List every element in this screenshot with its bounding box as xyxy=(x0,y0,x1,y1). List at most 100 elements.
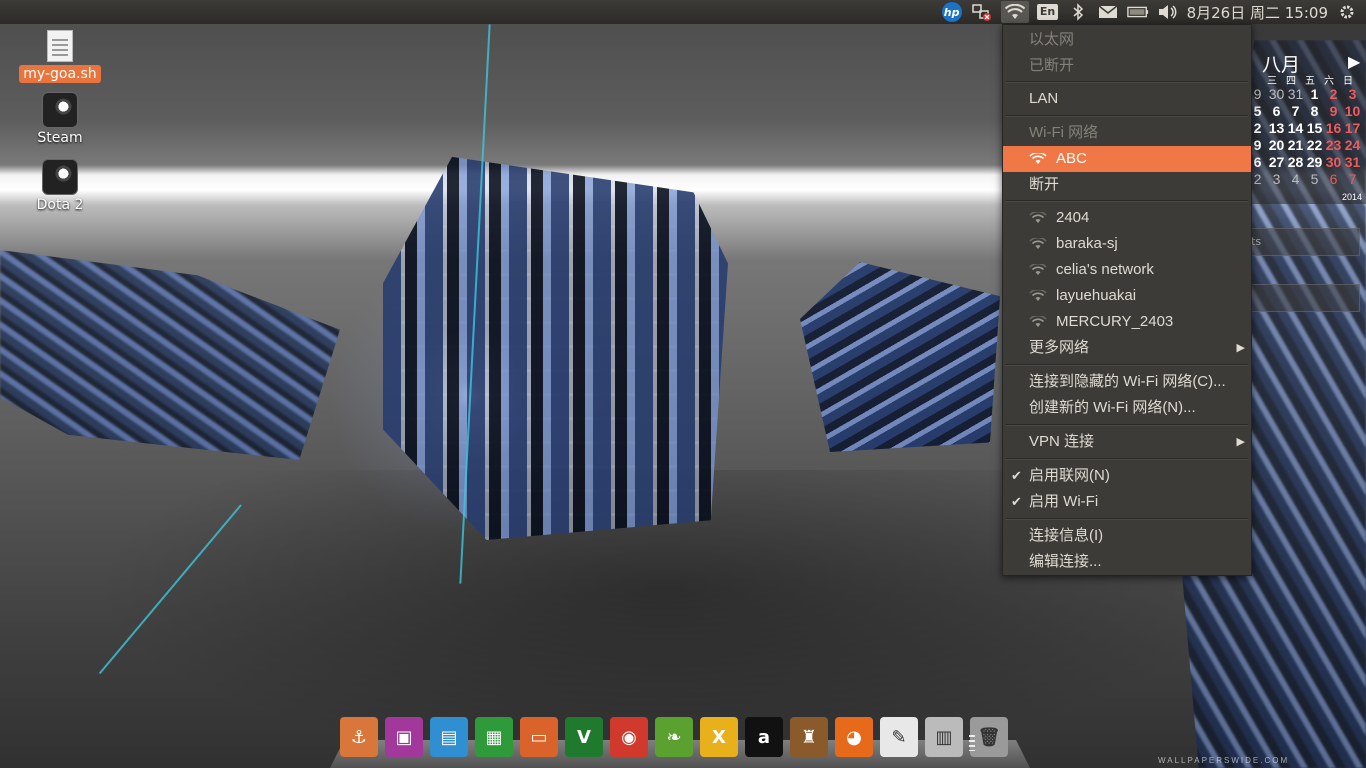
calendar-day[interactable]: 31 xyxy=(1343,154,1362,170)
calendar-day[interactable]: 30 xyxy=(1267,86,1286,102)
calendar-day[interactable]: 22 xyxy=(1305,137,1324,153)
calendar-day[interactable]: 16 xyxy=(1324,120,1343,136)
wallpaper-cube-left xyxy=(0,250,340,460)
desktop-icon-my-goa[interactable]: my-goa.sh xyxy=(18,30,102,83)
desktop-icon-label: Dota 2 xyxy=(36,197,84,213)
libreoffice-draw-icon[interactable]: ▤ xyxy=(430,717,468,757)
anchor-launcher-icon[interactable]: ⚓ xyxy=(340,717,378,757)
desktop-icon-steam[interactable]: Steam xyxy=(18,92,102,146)
keyboard-layout-label: En xyxy=(1036,4,1059,20)
volume-icon[interactable] xyxy=(1157,2,1179,22)
calendar-day[interactable]: 6 xyxy=(1267,103,1286,119)
calendar-day[interactable]: 4 xyxy=(1286,171,1305,187)
menu-item-disconnect[interactable]: 断开 xyxy=(1003,172,1251,198)
menu-item-lan[interactable]: LAN xyxy=(1003,86,1251,112)
chrome-icon[interactable]: ◉ xyxy=(610,717,648,757)
wifi-network-celias-network[interactable]: celia's network xyxy=(1003,257,1251,283)
calendar-day[interactable]: 13 xyxy=(1267,120,1286,136)
hp-logo-icon[interactable]: hp xyxy=(941,2,963,22)
bluetooth-icon[interactable] xyxy=(1067,2,1089,22)
calendar-day[interactable]: 7 xyxy=(1343,171,1362,187)
calendar-day[interactable]: 15 xyxy=(1305,120,1324,136)
wifi-network-baraka-sj[interactable]: baraka-sj xyxy=(1003,231,1251,257)
menu-item-connect-hidden-wifi[interactable]: 连接到隐藏的 Wi-Fi 网络(C)... xyxy=(1003,369,1251,395)
check-icon: ✔ xyxy=(1011,494,1022,509)
menu-item-label: Wi-Fi 网络 xyxy=(1029,124,1099,141)
calendar-day[interactable]: 23 xyxy=(1324,137,1343,153)
leafpad-icon[interactable]: ❧ xyxy=(655,717,693,757)
calendar-day[interactable]: 7 xyxy=(1286,103,1305,119)
menu-item-more-networks[interactable]: 更多网络 ▶ xyxy=(1003,335,1251,361)
calendar-day[interactable]: 10 xyxy=(1343,103,1362,119)
menu-item-vpn[interactable]: VPN 连接 ▶ xyxy=(1003,429,1251,455)
xchat-icon[interactable]: X xyxy=(700,717,738,757)
menu-item-enable-wifi[interactable]: ✔ 启用 Wi-Fi xyxy=(1003,489,1251,515)
text-editor-icon[interactable]: ✎ xyxy=(880,717,918,757)
menu-item-enable-networking[interactable]: ✔ 启用联网(N) xyxy=(1003,463,1251,489)
menu-header-ethernet: 以太网 xyxy=(1003,27,1251,53)
mail-icon[interactable] xyxy=(1097,2,1119,22)
calendar-day[interactable]: 9 xyxy=(1324,103,1343,119)
battery-icon[interactable] xyxy=(1126,2,1149,22)
calendar-day[interactable]: 17 xyxy=(1343,120,1362,136)
menu-item-label: 更多网络 xyxy=(1029,339,1090,356)
wifi-network-mercury-2403[interactable]: MERCURY_2403 xyxy=(1003,309,1251,335)
calendar-day[interactable]: 21 xyxy=(1286,137,1305,153)
calendar-weekday: 三 xyxy=(1267,76,1277,87)
trash-icon[interactable]: 🗑 xyxy=(970,717,1008,757)
menu-item-edit-connections[interactable]: 编辑连接... xyxy=(1003,549,1251,575)
gear-icon[interactable] xyxy=(1336,2,1358,22)
calendar-day[interactable]: 5 xyxy=(1305,171,1324,187)
top-panel: hp En 8月26日 周二 15:09 xyxy=(0,0,1366,24)
calendar-day[interactable]: 27 xyxy=(1267,154,1286,170)
calendar-day[interactable]: 29 xyxy=(1305,154,1324,170)
clock[interactable]: 8月26日 周二 15:09 xyxy=(1187,2,1328,23)
calendar-day[interactable]: 24 xyxy=(1343,137,1362,153)
calendar-day[interactable]: 3 xyxy=(1343,86,1362,102)
calendar-day[interactable]: 6 xyxy=(1324,171,1343,187)
calendar-day[interactable]: 3 xyxy=(1267,171,1286,187)
menu-separator xyxy=(1006,518,1248,520)
wifi-signal-icon xyxy=(1029,238,1047,249)
libreoffice-impress-icon[interactable]: ▭ xyxy=(520,717,558,757)
firefox-icon[interactable]: ◕ xyxy=(835,717,873,757)
check-icon: ✔ xyxy=(1011,468,1022,483)
file-manager-icon[interactable]: ▥ xyxy=(925,717,963,757)
wifi-icon[interactable] xyxy=(1000,1,1029,23)
video-player-icon[interactable]: ▣ xyxy=(385,717,423,757)
keyboard-en-indicator[interactable]: En xyxy=(1036,2,1059,22)
libreoffice-calc-icon[interactable]: ▦ xyxy=(475,717,513,757)
wifi-network-layuehuakai[interactable]: layuehuakai xyxy=(1003,283,1251,309)
wallpaper-light-beam xyxy=(98,504,242,675)
wifi-network-abc[interactable]: ABC xyxy=(1003,146,1251,172)
desktop-icon-label: my-goa.sh xyxy=(19,65,101,83)
wifi-icon xyxy=(1004,4,1025,19)
desktop-icon-dota2[interactable]: Dota 2 xyxy=(18,159,102,213)
chess-icon[interactable]: ♜ xyxy=(790,717,828,757)
calendar-day[interactable]: 30 xyxy=(1324,154,1343,170)
menu-separator xyxy=(1006,364,1248,366)
calendar-day[interactable]: 28 xyxy=(1286,154,1305,170)
menu-item-connection-info[interactable]: 连接信息(I) xyxy=(1003,523,1251,549)
menu-item-create-new-wifi[interactable]: 创建新的 Wi-Fi 网络(N)... xyxy=(1003,395,1251,421)
calendar-day[interactable]: 20 xyxy=(1267,137,1286,153)
calendar-widget: 八月 ▶ 三 四 五 六 日 9 30 31 1 2 3 5 6 7 8 9 10 2 13 14 15 16 1… xyxy=(1240,24,1366,204)
calendar-day[interactable]: 31 xyxy=(1286,86,1305,102)
calendar-day[interactable]: 8 xyxy=(1305,103,1324,119)
calendar-weekday: 五 xyxy=(1305,76,1315,87)
menu-item-label: 连接到隐藏的 Wi-Fi 网络(C)... xyxy=(1029,373,1226,390)
wifi-network-2404[interactable]: 2404 xyxy=(1003,205,1251,231)
calendar-day[interactable]: 14 xyxy=(1286,120,1305,136)
menu-item-label: layuehuakai xyxy=(1056,287,1137,304)
network-wired-disconnected-icon[interactable] xyxy=(971,2,993,22)
calendar-event-field[interactable] xyxy=(1250,284,1360,312)
wifi-signal-icon xyxy=(1029,290,1047,301)
vim-icon[interactable]: V xyxy=(565,717,603,757)
calendar-day[interactable]: 1 xyxy=(1305,86,1324,102)
menu-separator xyxy=(1006,424,1248,426)
hp-logo-text: hp xyxy=(941,2,962,22)
calendar-day[interactable]: 2 xyxy=(1324,86,1343,102)
calendar-event-field[interactable]: ts xyxy=(1250,228,1360,256)
anki-icon[interactable]: a xyxy=(745,717,783,757)
calendar-next-button[interactable]: ▶ xyxy=(1348,52,1360,72)
